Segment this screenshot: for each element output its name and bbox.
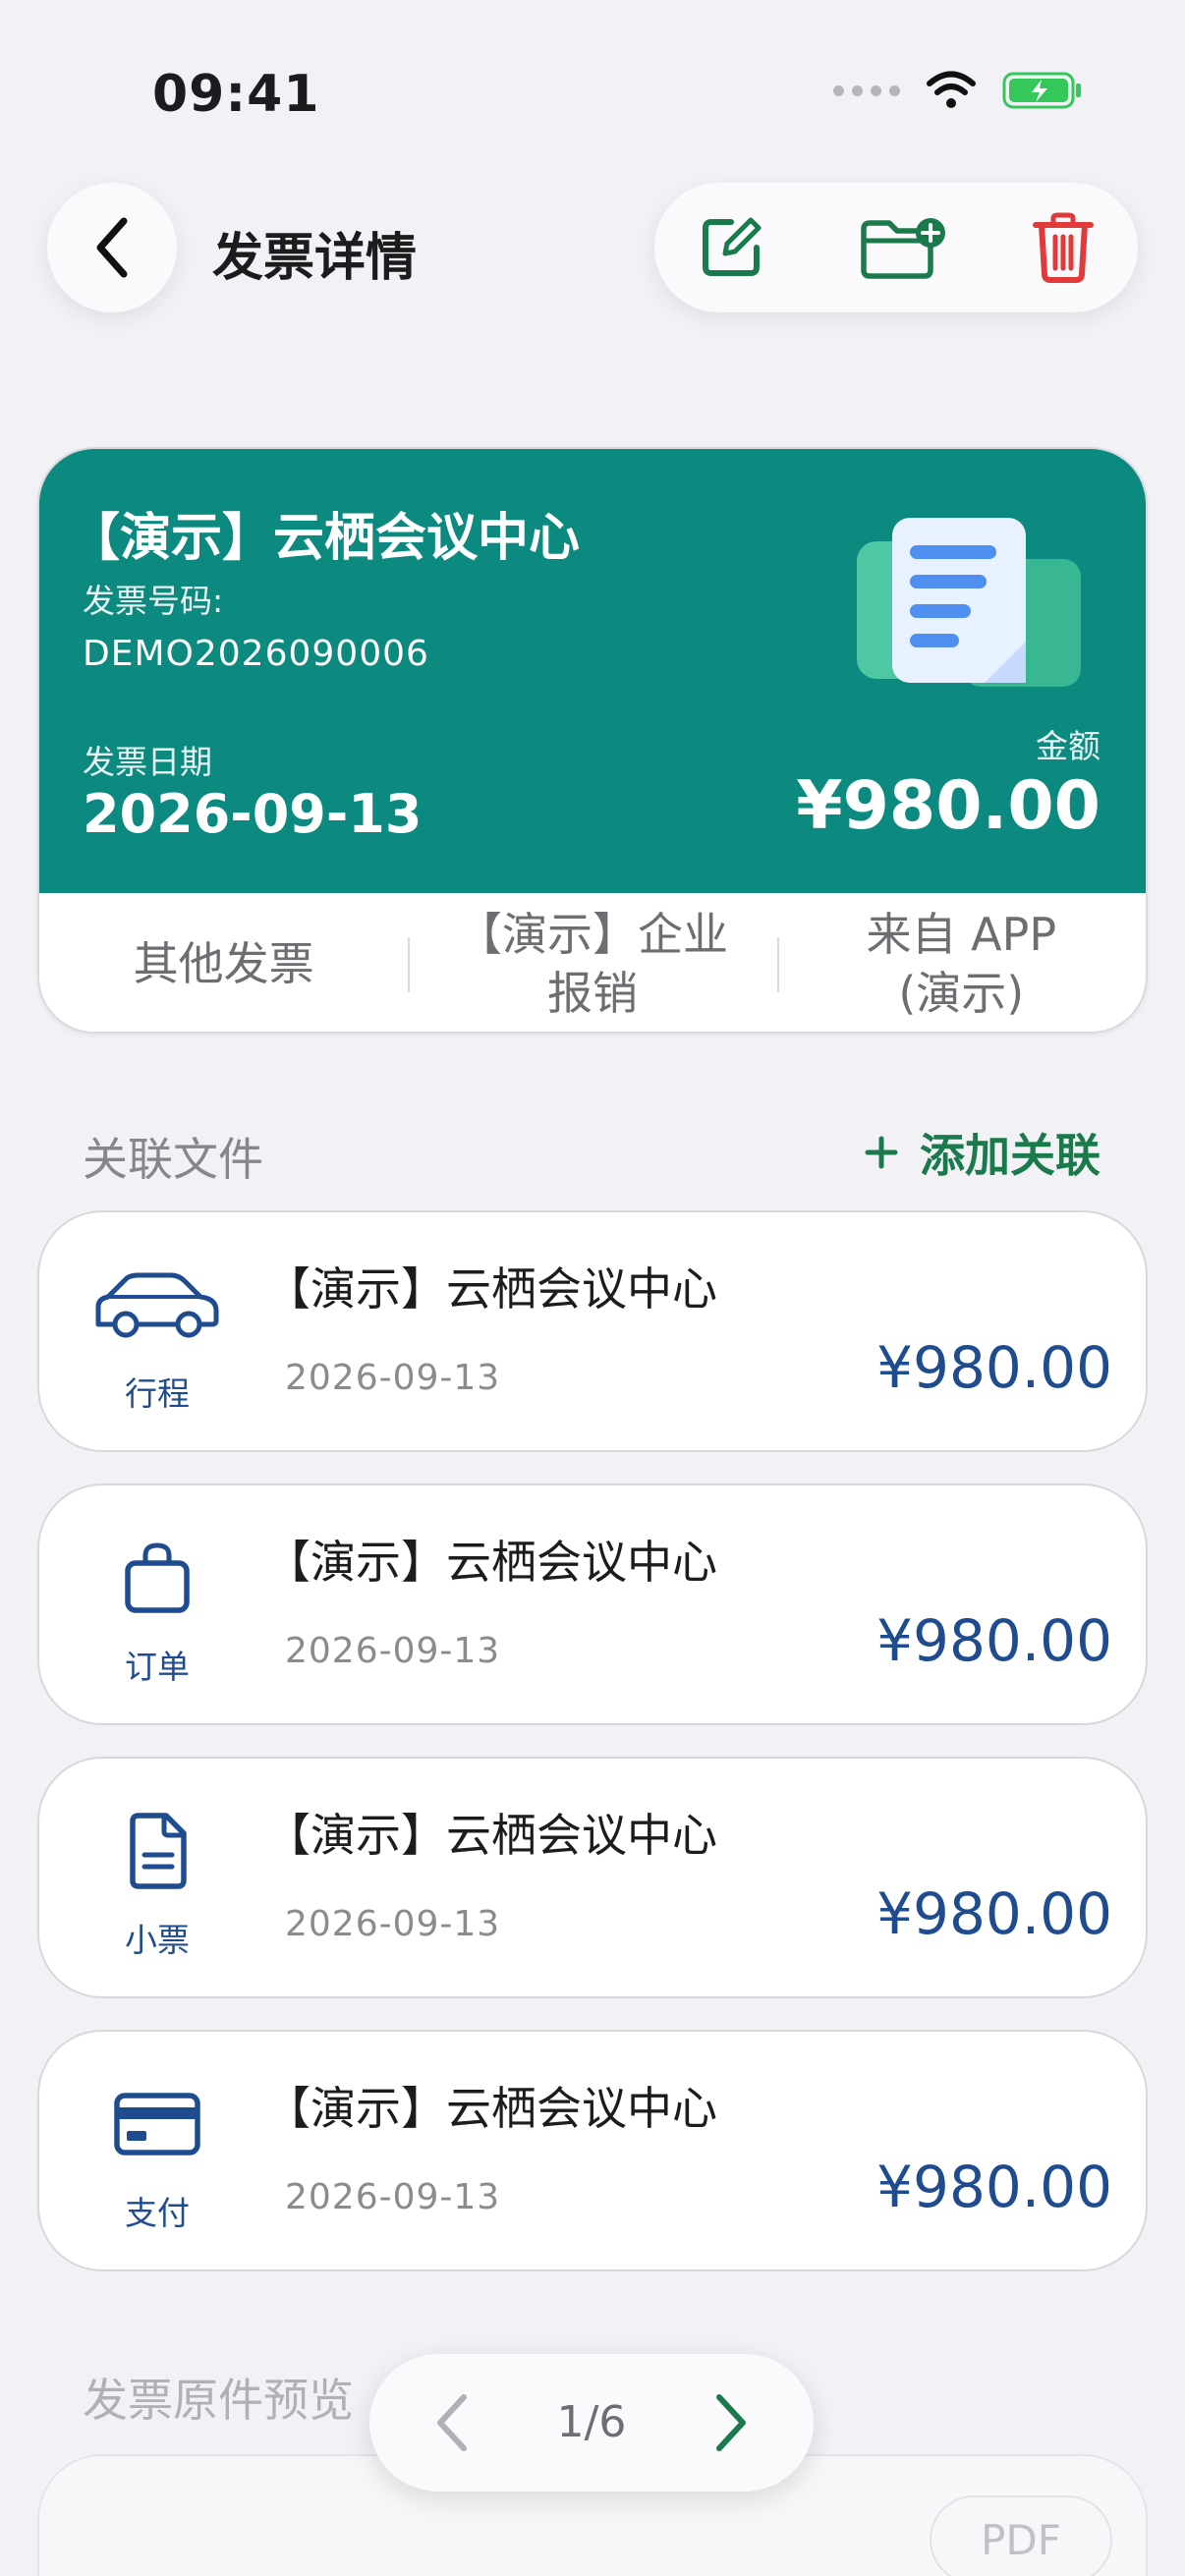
invoice-category-tag-line2: 报销: [546, 966, 638, 1020]
car-icon: [90, 1269, 224, 1340]
linked-file-card[interactable]: 订单 【演示】云栖会议中心 2026-09-13 ¥980.00: [37, 1484, 1148, 1725]
next-page-button[interactable]: [698, 2389, 764, 2456]
invoice-type-tag[interactable]: 其他发票: [39, 935, 408, 994]
credit-card-icon: [90, 2089, 224, 2159]
add-to-folder-button[interactable]: [859, 210, 947, 285]
linked-file-amount: ¥980.00: [876, 2154, 1112, 2220]
chevron-left-icon: [96, 217, 128, 278]
invoice-amount-label: 金额: [1036, 727, 1100, 765]
back-button[interactable]: [47, 183, 177, 312]
linked-file-amount: ¥980.00: [876, 1880, 1112, 1947]
linked-file-title: 【演示】云栖会议中心: [265, 1262, 717, 1316]
status-time: 09:41: [152, 65, 320, 124]
action-toolbar: [654, 183, 1138, 312]
invoice-number-label: 发票号码:: [83, 582, 224, 620]
invoice-detail-screen: 09:41 发票详情 【演示】云栖会议中心 发票号码: DEMO20260900…: [0, 0, 1185, 2576]
cellular-signal-icon: [833, 84, 900, 96]
linked-file-date: 2026-09-13: [285, 2177, 501, 2217]
linked-file-date: 2026-09-13: [285, 1904, 501, 1944]
invoice-type-tag-text: 其他发票: [133, 936, 314, 990]
invoice-date-label: 发票日期: [83, 743, 212, 781]
edit-icon: [703, 217, 762, 276]
edit-button[interactable]: [694, 210, 768, 285]
folder-add-icon: [861, 218, 945, 279]
receipt-document-icon: [90, 1813, 224, 1889]
shopping-bag-icon: [90, 1542, 224, 1613]
delete-button[interactable]: [1026, 210, 1100, 285]
linked-file-card[interactable]: 小票 【演示】云栖会议中心 2026-09-13 ¥980.00: [37, 1757, 1148, 1998]
trash-icon: [1033, 212, 1094, 283]
invoice-category-tag-line1: 【演示】企业: [456, 907, 728, 961]
invoice-date: 2026-09-13: [83, 783, 423, 845]
invoice-source-tag-line1: 来自 APP: [866, 907, 1057, 961]
invoice-document-illustration: [857, 518, 1081, 687]
invoice-amount: ¥980.00: [796, 767, 1100, 845]
invoice-category-tag[interactable]: 【演示】企业 报销: [408, 906, 776, 1024]
invoice-title: 【演示】云栖会议中心: [69, 509, 581, 568]
invoice-tags-row: 其他发票 【演示】企业 报销 来自 APP (演示): [39, 893, 1146, 1032]
add-link-button[interactable]: 添加关联: [865, 1120, 1100, 1185]
chevron-right-icon: [716, 2394, 746, 2451]
linked-file-type: 支付: [125, 2194, 190, 2232]
pdf-badge: PDF: [930, 2495, 1112, 2576]
invoice-number: DEMO2026090006: [83, 634, 429, 674]
invoice-summary-card[interactable]: 【演示】云栖会议中心 发票号码: DEMO2026090006 发票日期 202…: [37, 447, 1148, 1034]
add-link-label: 添加关联: [920, 1129, 1100, 1182]
plus-icon: [865, 1136, 898, 1169]
linked-file-card[interactable]: 行程 【演示】云栖会议中心 2026-09-13 ¥980.00: [37, 1210, 1148, 1452]
wifi-icon: [927, 71, 976, 108]
linked-file-date: 2026-09-13: [285, 1631, 501, 1671]
invoice-source-tag[interactable]: 来自 APP (演示): [776, 906, 1146, 1024]
linked-file-date: 2026-09-13: [285, 1358, 501, 1398]
invoice-source-tag-line2: (演示): [898, 966, 1025, 1020]
linked-file-title: 【演示】云栖会议中心: [265, 1536, 717, 1589]
status-icons: [833, 71, 1083, 110]
linked-file-type: 行程: [125, 1374, 190, 1413]
linked-file-amount: ¥980.00: [876, 1607, 1112, 1674]
invoice-summary-header: 【演示】云栖会议中心 发票号码: DEMO2026090006 发票日期 202…: [39, 449, 1146, 893]
page-title: 发票详情: [212, 229, 418, 288]
linked-file-amount: ¥980.00: [876, 1334, 1112, 1401]
linked-file-title: 【演示】云栖会议中心: [265, 2082, 717, 2135]
linked-file-type: 订单: [125, 1648, 190, 1686]
invoice-preview-heading: 发票原件预览: [83, 2374, 354, 2427]
linked-files-heading: 关联文件: [83, 1133, 263, 1186]
linked-file-type: 小票: [125, 1921, 190, 1959]
battery-charging-icon: [1002, 72, 1081, 109]
invoice-pager: 1/6: [369, 2354, 814, 2492]
linked-file-card[interactable]: 支付 【演示】云栖会议中心 2026-09-13 ¥980.00: [37, 2030, 1148, 2271]
linked-file-title: 【演示】云栖会议中心: [265, 1809, 717, 1862]
